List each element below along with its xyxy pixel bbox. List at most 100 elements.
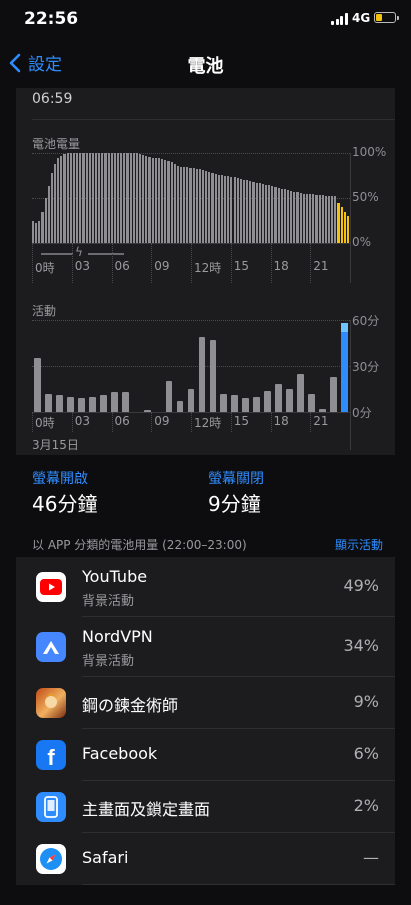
battery-bar [198, 169, 201, 243]
activity-bar [56, 395, 63, 412]
list-item[interactable]: NordVPN 背景活動 34% [16, 617, 395, 677]
battery-bar [117, 153, 120, 243]
battery-bar [91, 153, 94, 243]
battery-bar [113, 153, 116, 243]
battery-bar [312, 194, 315, 243]
signal-icon [331, 13, 349, 25]
battery-bar [220, 174, 224, 243]
activity-bar [231, 395, 239, 412]
battery-bar [94, 153, 98, 243]
battery-bar [274, 187, 277, 243]
battery-bar [246, 180, 249, 243]
battery-bar [227, 176, 230, 243]
battery-bar [287, 189, 290, 243]
activity-bar [308, 393, 316, 412]
activity-bar [264, 390, 272, 412]
home-screen-icon [36, 792, 66, 822]
app-subtitle: 背景活動 [82, 594, 135, 609]
x-tick-label: 06 [114, 414, 130, 428]
battery-bar [315, 195, 318, 243]
x-tick-label: 12時 [194, 416, 222, 430]
battery-bar [337, 202, 340, 243]
list-item[interactable]: f Facebook 6% [16, 729, 395, 781]
battery-bar [69, 153, 72, 243]
safari-icon [36, 844, 66, 874]
battery-bar [214, 173, 217, 243]
battery-bar [63, 153, 66, 243]
battery-level-label: 電池電量 [32, 137, 81, 151]
battery-bar [321, 195, 324, 243]
app-percentage: 2% [353, 796, 379, 815]
list-item[interactable]: Safari — [16, 833, 395, 885]
battery-bar [173, 163, 176, 243]
status-time: 22:56 [24, 9, 79, 29]
activity-bar [99, 395, 107, 412]
battery-bar [195, 169, 198, 243]
list-item[interactable]: 主畫面及鎖定畫面 2% [16, 781, 395, 833]
activity-x-axis: 0時 03 06 09 12時 15 18 21 [32, 412, 350, 432]
battery-bar [154, 157, 157, 243]
x-tick-label: 12時 [194, 261, 222, 275]
battery-bar [309, 194, 312, 243]
battery-bar [123, 153, 126, 243]
battery-bar [79, 153, 82, 243]
battery-bar [239, 179, 242, 243]
last-charge-time: 06:59 [32, 91, 73, 107]
game-icon [36, 688, 66, 718]
battery-bar [242, 180, 246, 243]
list-item[interactable]: 鋼の鍊金術師 9% [16, 677, 395, 729]
battery-bar [85, 153, 88, 243]
x-tick-mark [32, 412, 33, 432]
activity-bar [121, 392, 129, 412]
app-percentage: 49% [343, 576, 379, 595]
app-name: 主畫面及鎖定畫面 [82, 800, 211, 819]
x-tick-label: 0時 [35, 261, 55, 275]
battery-level-chart[interactable] [32, 153, 350, 244]
activity-bar [242, 398, 250, 412]
x-tick-mark [32, 243, 33, 283]
x-tick-label: 09 [154, 259, 170, 273]
battery-bar [126, 153, 129, 243]
screen-off-label: 螢幕關閉 [208, 471, 264, 487]
battery-bar [98, 153, 101, 243]
app-name: 鋼の鍊金術師 [82, 696, 179, 715]
list-item[interactable]: YouTube 背景活動 49% [16, 557, 395, 617]
y-axis [350, 320, 351, 450]
battery-bar [283, 189, 287, 243]
app-subtitle: 背景活動 [82, 654, 135, 669]
battery-bar [280, 189, 283, 243]
battery-bar [343, 211, 346, 243]
battery-bar [107, 153, 110, 243]
x-tick-label: 21 [313, 259, 329, 273]
y-tick-label: 60分 [352, 314, 380, 328]
x-tick-mark [151, 412, 153, 432]
app-percentage: — [363, 848, 379, 867]
app-name: NordVPN [82, 627, 153, 646]
y-tick-label: 30分 [352, 360, 380, 374]
app-usage-list: YouTube 背景活動 49% NordVPN 背景活動 34% 鋼の鍊金術師… [16, 557, 395, 885]
activity-bar [110, 392, 118, 412]
battery-bar [268, 185, 271, 243]
battery-bar [129, 153, 132, 243]
x-tick-mark [191, 243, 192, 283]
activity-bar [330, 376, 337, 412]
screen-off-value: 9分鐘 [208, 492, 261, 516]
x-tick-label: 03 [74, 259, 91, 273]
x-tick-label: 0時 [35, 416, 55, 430]
activity-bar [66, 396, 74, 412]
battery-bar [189, 168, 192, 243]
show-activity-button[interactable]: 顯示活動 [335, 536, 383, 553]
activity-chart[interactable] [32, 320, 350, 413]
battery-bar [331, 196, 334, 243]
screen-on-value: 46分鐘 [32, 492, 98, 516]
battery-bar [104, 153, 107, 243]
activity-bar [209, 339, 217, 412]
x-tick-label: 03 [74, 414, 91, 428]
battery-bar [167, 161, 170, 243]
battery-bar [47, 186, 50, 243]
activity-bar [34, 358, 41, 412]
battery-bar [236, 178, 239, 243]
battery-bar [334, 196, 337, 243]
x-tick-label: 15 [233, 259, 250, 273]
battery-bar [192, 168, 195, 243]
